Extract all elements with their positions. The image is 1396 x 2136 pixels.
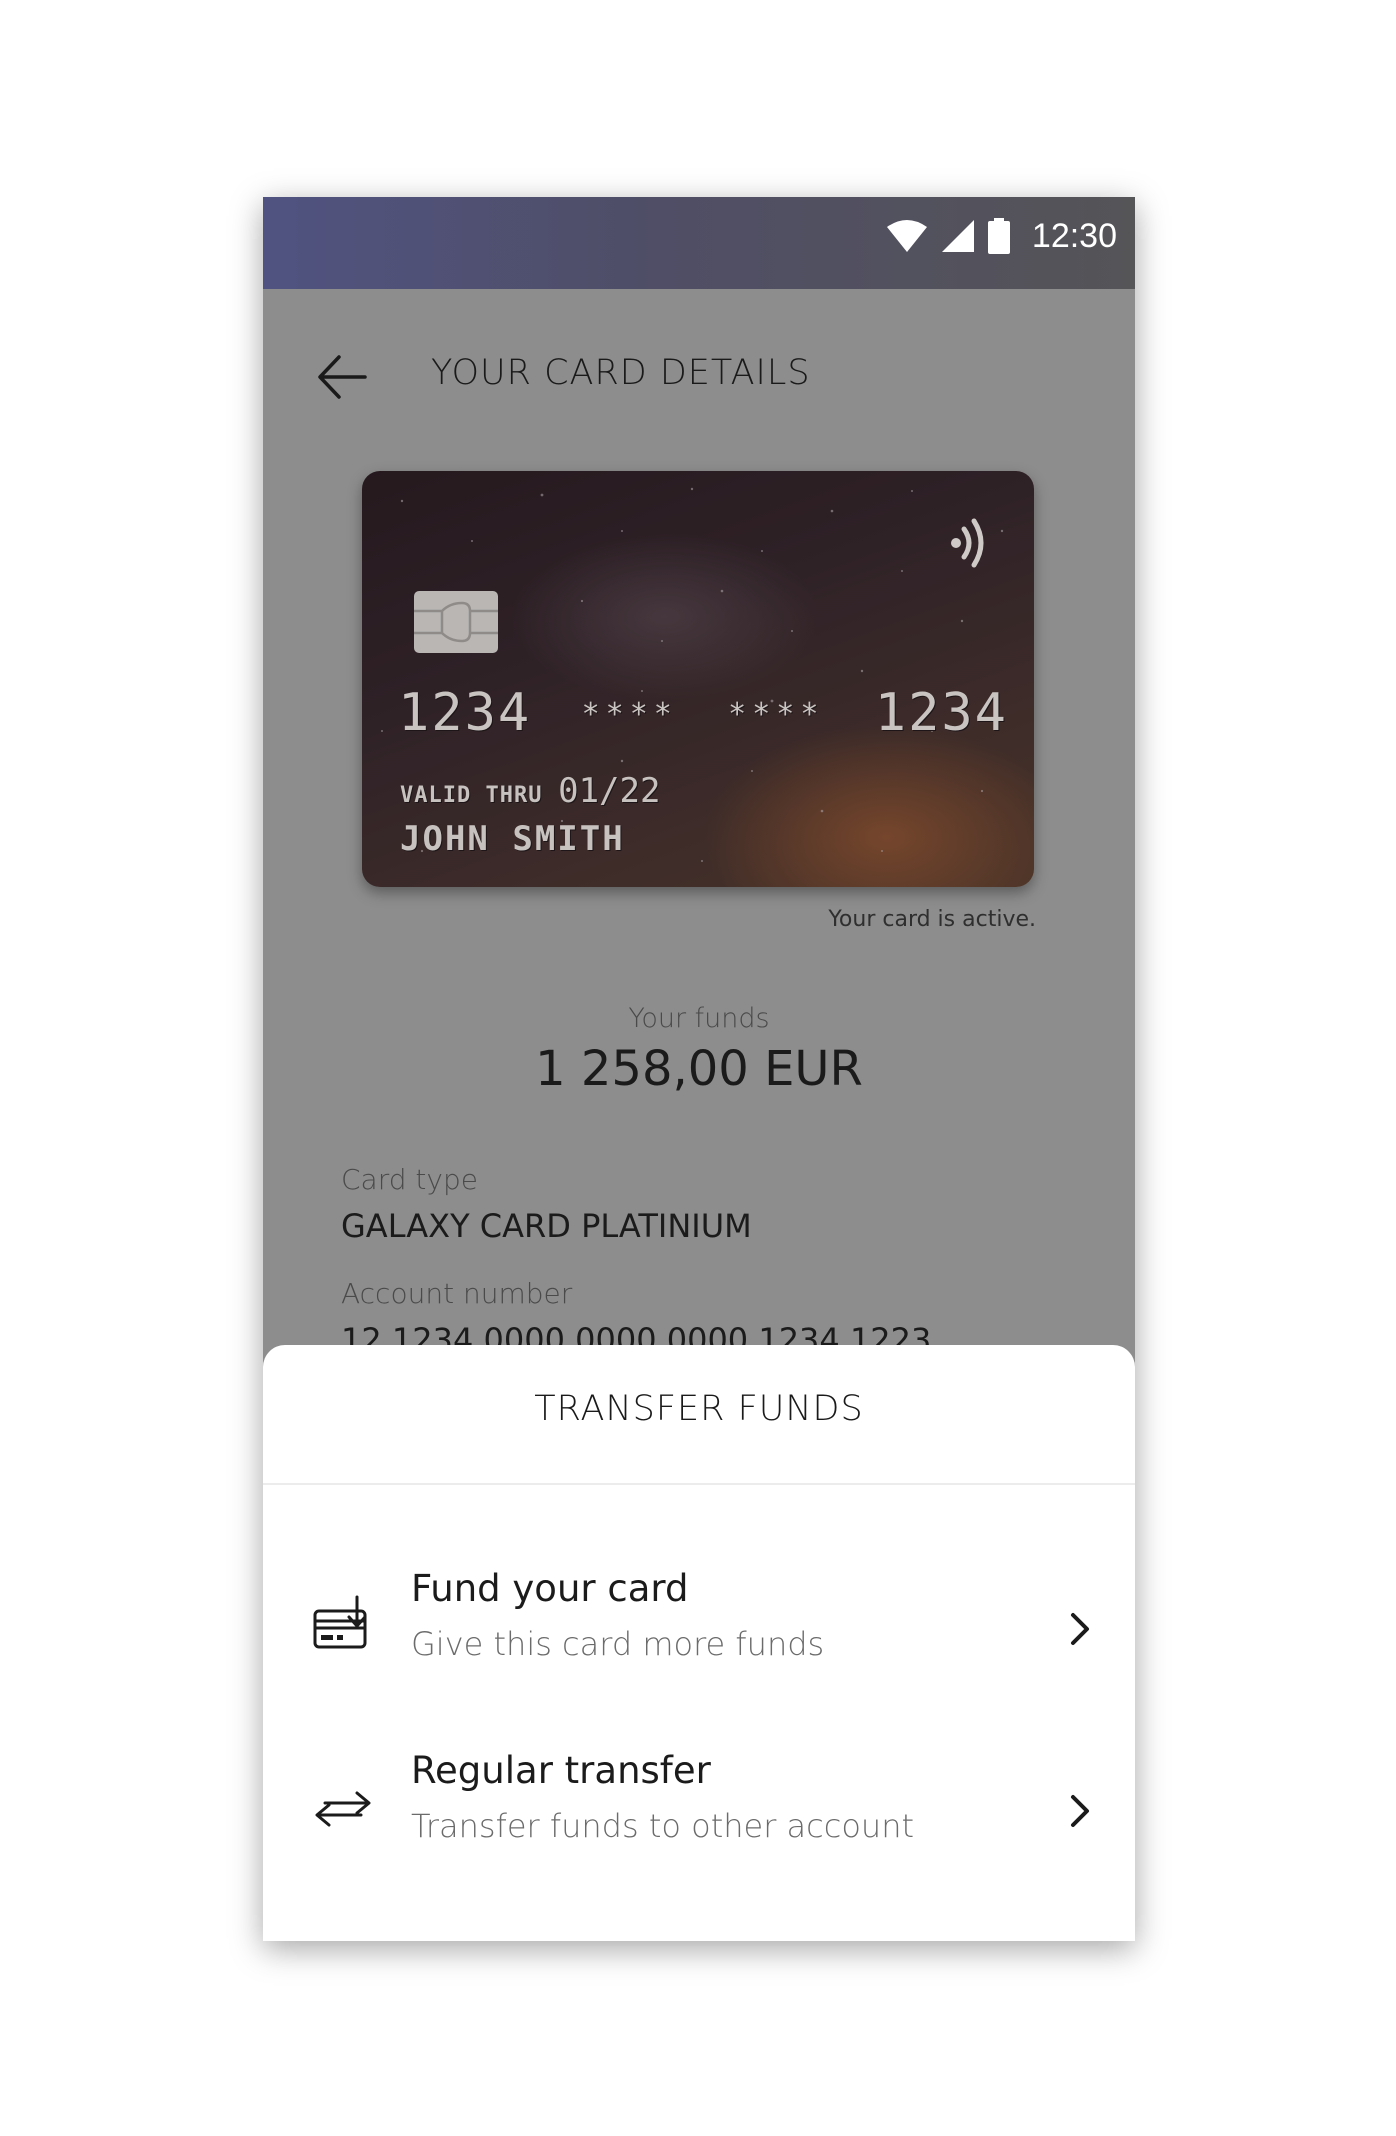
- valid-thru-date: 01/22: [558, 771, 661, 811]
- page-title: YOUR CARD DETAILS: [431, 353, 811, 393]
- option-regular-transfer[interactable]: Regular transfer Transfer funds to other…: [263, 1727, 1135, 1897]
- credit-card: 1234 **** **** 1234 VALID THRU 01/22 JOH…: [362, 471, 1034, 887]
- transfer-funds-sheet: TRANSFER FUNDS Fund your card Give this …: [263, 1345, 1135, 1941]
- status-bar: 12:30: [263, 197, 1135, 289]
- funds-label: Your funds: [628, 1003, 770, 1034]
- option-subtitle: Give this card more funds: [411, 1625, 825, 1663]
- card-number-last: 1234: [874, 683, 1008, 743]
- phone-screen: 12:30 YOUR CARD DETAILS 1234 **** **** 1…: [263, 197, 1135, 1941]
- card-number-mask-1: ****: [581, 697, 678, 732]
- card-number-first: 1234: [398, 683, 532, 743]
- sheet-title: TRANSFER FUNDS: [534, 1389, 864, 1429]
- chip-icon: [414, 591, 498, 653]
- card-number: 1234 **** **** 1234: [398, 683, 1008, 743]
- battery-icon: [987, 218, 1010, 254]
- option-title: Fund your card: [411, 1567, 689, 1610]
- valid-thru-label: VALID THRU: [400, 783, 543, 808]
- status-icons: 12:30: [886, 211, 1117, 261]
- card-deposit-icon: [313, 1595, 367, 1649]
- funds-value: 1 258,00 EUR: [535, 1041, 863, 1097]
- contactless-icon: [951, 518, 984, 568]
- card-holder-name: JOHN SMITH: [400, 819, 625, 859]
- chevron-right-icon: [1071, 1613, 1089, 1645]
- app-bar: YOUR CARD DETAILS: [263, 289, 1135, 459]
- account-number-label: Account number: [341, 1277, 573, 1310]
- transfer-arrows-icon: [315, 1791, 371, 1827]
- status-time: 12:30: [1031, 216, 1117, 255]
- signal-icon: [941, 220, 974, 252]
- card-status-text: Your card is active.: [828, 907, 1036, 932]
- card-number-mask-2: ****: [728, 697, 825, 732]
- option-fund-card[interactable]: Fund your card Give this card more funds: [263, 1545, 1135, 1715]
- card-type-value: GALAXY CARD PLATINIUM: [341, 1207, 752, 1245]
- wifi-icon: [886, 220, 927, 252]
- chevron-right-icon: [1071, 1795, 1089, 1827]
- option-title: Regular transfer: [411, 1749, 711, 1792]
- arrow-left-icon[interactable]: [315, 349, 371, 405]
- sheet-divider: [263, 1483, 1135, 1485]
- card-type-label: Card type: [341, 1163, 478, 1196]
- option-subtitle: Transfer funds to other account: [411, 1807, 915, 1845]
- card-validity: VALID THRU 01/22: [400, 771, 660, 811]
